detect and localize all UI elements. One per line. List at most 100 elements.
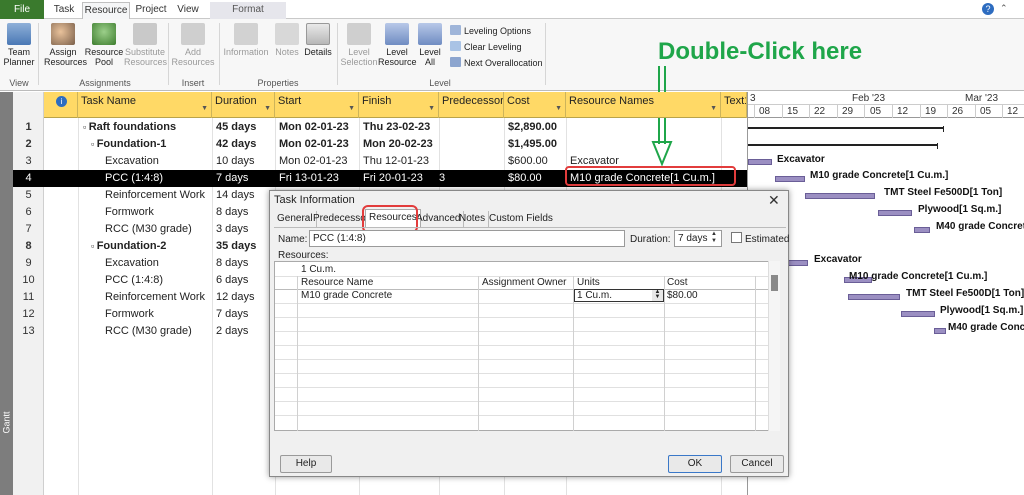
grid-scrollbar[interactable] [768, 261, 780, 431]
task-name-cell[interactable]: Excavation [101, 255, 213, 272]
task-bar[interactable] [878, 210, 912, 216]
tab-project[interactable]: Project [132, 2, 170, 19]
duration-cell[interactable]: 6 days [212, 272, 275, 289]
summary-bar[interactable] [748, 127, 944, 129]
summary-bar[interactable] [748, 144, 938, 146]
duration-cell[interactable]: 14 days [212, 187, 275, 204]
column-header-finish[interactable]: Finish ▼ [359, 92, 439, 118]
tab-notes[interactable]: Notes [456, 211, 490, 227]
clear-leveling-button[interactable]: Clear Leveling [450, 40, 522, 54]
task-name-cell[interactable]: RCC (M30 grade) [101, 221, 213, 238]
column-header-duration[interactable]: Duration ▼ [212, 92, 275, 118]
scrollbar-thumb[interactable] [771, 275, 778, 291]
level-selection-button[interactable]: Level Selection [340, 23, 378, 67]
cancel-button[interactable]: Cancel [730, 455, 784, 473]
duration-cell[interactable]: 8 days [212, 255, 275, 272]
resource-name-cell[interactable]: M10 grade Concrete [299, 290, 392, 302]
help-icon[interactable]: ? [982, 3, 994, 15]
finish-cell[interactable]: Fri 20-01-23 [359, 170, 439, 187]
task-name-cell[interactable]: PCC (1:4:8) [101, 272, 213, 289]
task-bar[interactable] [775, 176, 805, 182]
estimated-checkbox[interactable] [731, 232, 742, 243]
cost-cell[interactable]: $1,495.00 [504, 136, 566, 153]
duration-spinner-icon[interactable]: ▲ ▼ [711, 231, 717, 245]
ok-button[interactable]: OK [668, 455, 722, 473]
resource-pool-button[interactable]: Resource Pool [84, 23, 124, 67]
task-name-cell[interactable]: RCC (M30 grade) [101, 323, 213, 340]
duration-cell[interactable]: 12 days [212, 289, 275, 306]
substitute-resources-button[interactable]: Substitute Resources [124, 23, 167, 67]
column-header-start[interactable]: Start ▼ [275, 92, 359, 118]
finish-cell[interactable]: Thu 12-01-23 [359, 153, 439, 170]
tab-custom-fields[interactable]: Custom Fields [486, 211, 556, 227]
cost-cell[interactable]: $80.00 [504, 170, 566, 187]
table-row[interactable]: 2 ▫ Foundation-1 42 days Mon 02-01-23 Mo… [13, 136, 747, 153]
units-spinner[interactable]: 1 Cu.m. ▲ ▼ [574, 289, 664, 302]
finish-cell[interactable]: Mon 20-02-23 [359, 136, 439, 153]
tab-resource[interactable]: Resource [82, 2, 130, 19]
level-resource-button[interactable]: Level Resource [378, 23, 417, 67]
duration-cell[interactable]: 7 days [212, 170, 275, 187]
task-name-cell[interactable]: ▫ Raft foundations [79, 119, 213, 136]
team-planner-button[interactable]: Team Planner [2, 23, 36, 67]
column-header-units[interactable]: Units [575, 277, 600, 289]
predecessors-cell[interactable]: 3 [435, 170, 495, 187]
column-header-predecessors[interactable]: Predecessors [439, 92, 504, 118]
task-name-cell[interactable]: ▫ Foundation-2 [87, 238, 213, 255]
notes-button[interactable]: Notes [272, 23, 302, 57]
view-bar[interactable]: Gantt Chart [0, 92, 25, 495]
start-cell[interactable]: Mon 02-01-23 [275, 119, 359, 136]
tab-task[interactable]: Task [48, 2, 80, 19]
column-header-assignment-owner[interactable]: Assignment Owner [480, 277, 566, 289]
duration-cell[interactable]: 45 days [212, 119, 275, 136]
next-overallocation-button[interactable]: Next Overallocation [450, 56, 543, 70]
task-bar[interactable] [914, 227, 930, 233]
start-cell[interactable]: Mon 02-01-23 [275, 153, 359, 170]
column-header-task-name[interactable]: Task Name ▼ [78, 92, 212, 118]
details-button[interactable]: Details [302, 23, 334, 57]
task-name-cell[interactable]: Formwork [101, 204, 213, 221]
column-header-resource-name[interactable]: Resource Name [299, 277, 373, 289]
help-button[interactable]: Help [280, 455, 332, 473]
task-bar[interactable] [848, 294, 900, 300]
tab-view[interactable]: View [172, 2, 204, 19]
information-button[interactable]: Information [222, 23, 270, 57]
task-name-cell[interactable]: PCC (1:4:8) [101, 170, 213, 187]
name-field[interactable]: PCC (1:4:8) [309, 230, 625, 247]
task-name-cell[interactable]: Reinforcement Work [101, 187, 213, 204]
duration-cell[interactable]: 42 days [212, 136, 275, 153]
duration-cell[interactable]: 10 days [212, 153, 275, 170]
tab-format[interactable]: Format [210, 2, 286, 19]
start-cell[interactable]: Mon 02-01-23 [275, 136, 359, 153]
task-name-cell[interactable]: ▫ Foundation-1 [87, 136, 213, 153]
task-bar[interactable] [805, 193, 875, 199]
tab-file[interactable]: File [0, 0, 44, 19]
duration-cell[interactable]: 7 days [212, 306, 275, 323]
column-header-cost[interactable]: Cost [665, 277, 688, 289]
cost-cell[interactable]: $600.00 [504, 153, 566, 170]
resources-grid[interactable]: 1 Cu.m. Resource Name Assignment Owner U… [274, 261, 771, 431]
finish-cell[interactable]: Thu 23-02-23 [359, 119, 439, 136]
add-resources-button[interactable]: Add Resources [170, 23, 216, 67]
leveling-options-button[interactable]: Leveling Options [450, 24, 531, 38]
duration-cell[interactable]: 35 days [212, 238, 275, 255]
column-header-text1[interactable]: Text1 [721, 92, 747, 118]
task-name-cell[interactable]: Excavation [101, 153, 213, 170]
duration-cell[interactable]: 3 days [212, 221, 275, 238]
indicators-header[interactable]: i [44, 92, 78, 118]
task-bar[interactable] [934, 328, 946, 334]
table-row[interactable]: 1 ▫ Raft foundations 45 days Mon 02-01-2… [13, 119, 747, 136]
cost-cell[interactable]: $2,890.00 [504, 119, 566, 136]
task-name-cell[interactable]: Reinforcement Work [101, 289, 213, 306]
start-cell[interactable]: Fri 13-01-23 [275, 170, 359, 187]
duration-cell[interactable]: 8 days [212, 204, 275, 221]
task-name-cell[interactable]: Formwork [101, 306, 213, 323]
column-header-resource-names[interactable]: Resource Names ▼ [566, 92, 721, 118]
close-icon[interactable]: ✕ [768, 192, 780, 209]
duration-cell[interactable]: 2 days [212, 323, 275, 340]
task-bar[interactable] [748, 159, 772, 165]
level-all-button[interactable]: Level All [416, 23, 444, 67]
spinner-arrows-icon[interactable]: ▲ ▼ [652, 289, 663, 301]
chevron-up-icon[interactable]: ⌃ [1000, 3, 1008, 14]
task-bar[interactable] [901, 311, 935, 317]
